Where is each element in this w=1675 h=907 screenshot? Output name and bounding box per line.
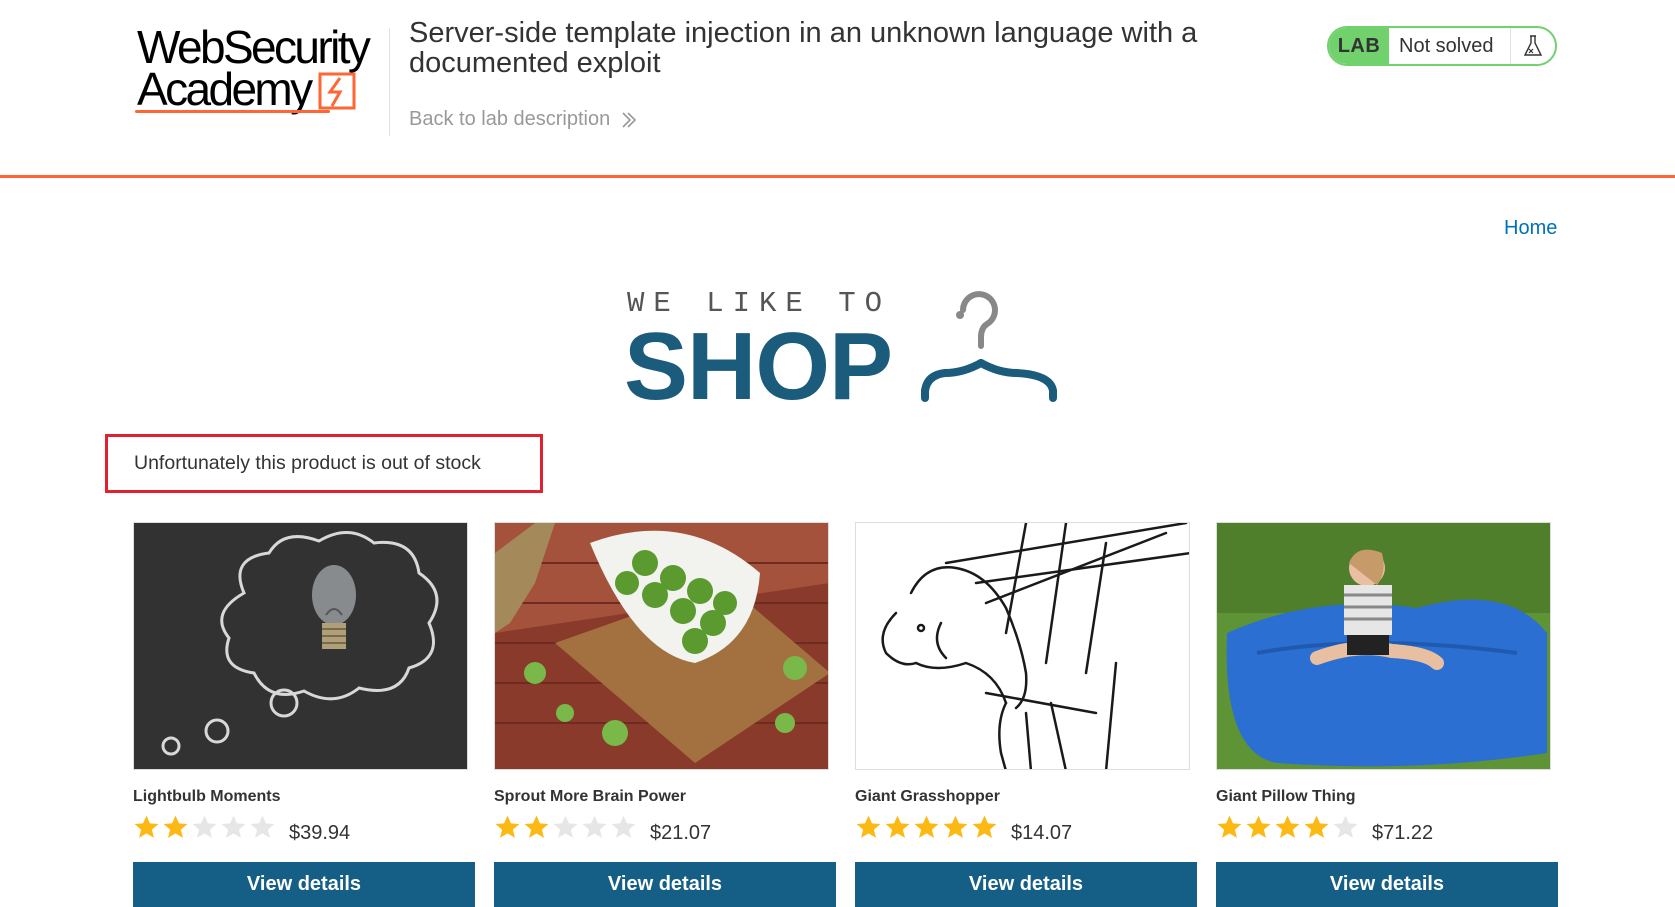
star-icon — [582, 815, 607, 838]
logo-bolt-icon — [318, 72, 356, 110]
flask-icon — [1511, 28, 1555, 64]
view-details-button[interactable]: View details — [133, 862, 475, 907]
academy-header: WebSecurity Academy Server-side template… — [0, 0, 1675, 178]
product-image-pillow[interactable] — [1216, 522, 1551, 770]
product-price: $71.22 — [1372, 822, 1434, 844]
star-icon — [856, 815, 881, 838]
star-icon — [163, 815, 188, 838]
star-icon — [1333, 815, 1358, 838]
product-name: Giant Pillow Thing — [1216, 788, 1356, 805]
back-link-label: Back to lab description — [409, 108, 611, 130]
product-card: Giant Pillow Thing $71.22 View details — [1216, 522, 1558, 907]
product-rating — [133, 814, 276, 840]
star-icon — [495, 815, 520, 838]
product-price: $14.07 — [1011, 822, 1073, 844]
star-icon — [524, 815, 549, 838]
star-icon — [221, 815, 246, 838]
product-card: Lightbulb Moments $39.94 View details — [133, 522, 475, 907]
double-chevron-right-icon — [622, 111, 637, 128]
product-name: Sprout More Brain Power — [494, 788, 687, 805]
product-rating — [855, 814, 998, 840]
lab-status-widget: LAB Not solved — [1327, 26, 1557, 66]
lab-title: Server-side template injection in an unk… — [409, 17, 1198, 79]
star-icon — [914, 815, 939, 838]
view-details-button[interactable]: View details — [1216, 862, 1558, 907]
product-name: Lightbulb Moments — [133, 788, 281, 805]
out-of-stock-message: Unfortunately this product is out of sto… — [105, 434, 543, 493]
product-name: Giant Grasshopper — [855, 788, 1000, 805]
web-security-academy-logo[interactable]: WebSecurity Academy — [133, 22, 383, 117]
product-price: $39.94 — [289, 822, 351, 844]
lab-tag: LAB — [1329, 28, 1389, 64]
back-to-lab-description-link[interactable]: Back to lab description — [409, 108, 638, 131]
star-icon — [192, 815, 217, 838]
star-icon — [943, 815, 968, 838]
star-icon — [885, 815, 910, 838]
star-icon — [972, 815, 997, 838]
product-rating — [494, 814, 637, 840]
view-details-button[interactable]: View details — [855, 862, 1197, 907]
home-link[interactable]: Home — [1504, 217, 1557, 240]
product-image-sprouts[interactable] — [494, 522, 829, 770]
star-icon — [1217, 815, 1242, 838]
star-icon — [553, 815, 578, 838]
banner-shop-word: SHOP — [624, 313, 893, 420]
star-icon — [1275, 815, 1300, 838]
star-icon — [1304, 815, 1329, 838]
shop-banner: WE LIKE TO SHOP — [620, 287, 1070, 417]
product-card: Giant Grasshopper $14.07 View details — [855, 522, 1197, 907]
view-details-button[interactable]: View details — [494, 862, 836, 907]
logo-line-2: Academy — [137, 63, 313, 115]
star-icon — [611, 815, 636, 838]
product-price: $21.07 — [650, 822, 712, 844]
lab-status-text: Not solved — [1389, 28, 1511, 64]
star-icon — [134, 815, 159, 838]
product-image-grasshopper[interactable] — [855, 522, 1190, 770]
star-icon — [250, 815, 275, 838]
logo-underline — [135, 110, 330, 113]
product-image-lightbulb[interactable] — [133, 522, 468, 770]
header-divider — [389, 28, 390, 136]
star-icon — [1246, 815, 1271, 838]
product-card: Sprout More Brain Power $21.07 View deta… — [494, 522, 836, 907]
product-rating — [1216, 814, 1359, 840]
hanger-icon — [921, 291, 1057, 402]
